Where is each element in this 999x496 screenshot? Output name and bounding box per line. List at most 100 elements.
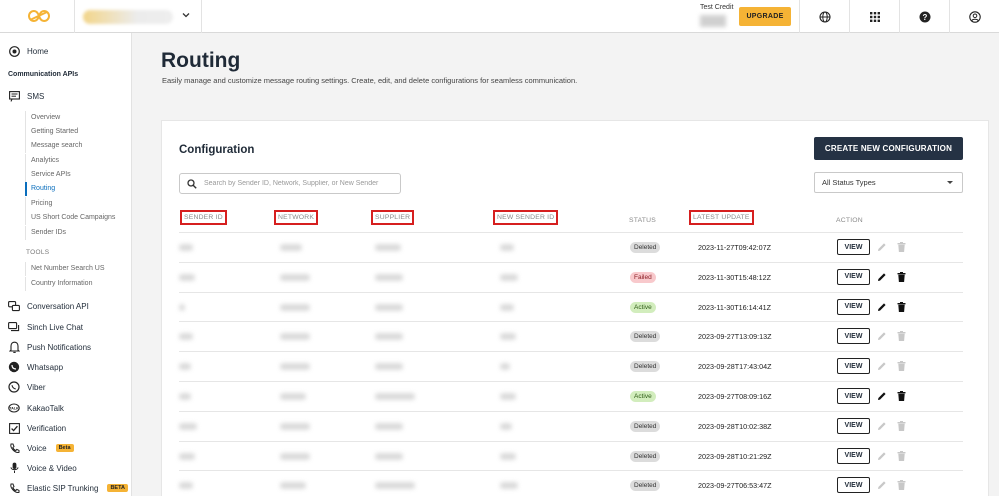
sidebar-item-viber[interactable]: Viber [8,381,46,393]
help-button[interactable]: ? [899,0,949,33]
edit-icon [876,330,887,342]
apps-button[interactable] [849,0,899,33]
sms-subitem-service-apis[interactable]: Service APIs [25,168,71,182]
sidebar-item-verification[interactable]: Verification [8,422,66,434]
network-redacted [280,244,302,251]
phone-icon [8,482,20,494]
column-header-new-sender-id[interactable]: NEW SENDER ID [493,210,559,225]
table-row: Active 2023-11-30T16:14:41Z VIEW [179,291,963,322]
table-row: Active 2023-09-27T08:09:16Z VIEW [179,381,963,411]
sidebar-item-voice-video[interactable]: Voice & Video [8,462,77,474]
column-header-sender-id[interactable]: SENDER ID [180,210,227,225]
sms-subitem-message-search[interactable]: Message search [25,139,82,153]
column-header-status[interactable]: STATUS [629,217,656,224]
delete-icon[interactable] [896,271,907,283]
supplier-redacted [375,303,403,311]
sms-subitem-analytics[interactable]: Analytics [25,154,59,168]
sidebar-item-home[interactable]: Home [8,45,48,57]
home-icon [8,45,20,57]
sms-icon [8,90,20,102]
supplier-redacted [375,333,403,341]
sms-subitem-overview[interactable]: Overview [25,111,60,125]
column-header-network[interactable]: NETWORK [274,210,319,225]
communication-apis-heading: Communication APIs [8,71,79,78]
search-input[interactable] [204,180,394,187]
delete-icon[interactable] [896,301,907,313]
account-selector[interactable] [74,0,202,33]
sidebar-item-elastic-sip-trunking[interactable]: Elastic SIP Trunking BETA [8,482,129,494]
status-filter-select[interactable]: All Status Types [814,172,963,193]
create-new-configuration-button[interactable]: CREATE NEW CONFIGURATION [814,137,963,160]
edit-icon [876,360,887,372]
table-row: Deleted 2023-09-27T06:53:47Z VIEW [179,470,963,496]
view-button[interactable]: VIEW [837,388,870,404]
sinch-logo-icon[interactable] [19,0,59,33]
edit-icon[interactable] [876,390,887,402]
delete-icon [896,450,907,462]
page-title: Routing [161,49,241,72]
test-credit-amount-redacted [700,15,726,27]
sidebar-item-voice[interactable]: Voice Beta [8,442,74,454]
sidebar-item-push-notifications[interactable]: Push Notifications [8,341,91,353]
status-badge: Deleted [630,420,661,432]
view-button[interactable]: VIEW [837,328,870,345]
sidebar-item-label: SMS [27,91,45,101]
column-header-supplier[interactable]: SUPPLIER [371,210,415,225]
sidebar-item-label: Home [27,46,49,56]
sidebar-item-kakaotalk[interactable]: TALK KakaoTalk [8,402,64,414]
user-avatar-icon [968,10,981,23]
sms-subitem-getting-started[interactable]: Getting Started [25,125,78,139]
view-button[interactable]: VIEW [837,239,870,255]
sms-subitem-us-short-code-campaigns[interactable]: US Short Code Campaigns [25,211,115,225]
view-button[interactable]: VIEW [837,268,870,285]
status-badge: Active [630,301,656,313]
microphone-icon [8,462,20,474]
language-button[interactable] [799,0,849,33]
view-button[interactable]: VIEW [837,417,870,434]
column-header-latest-update[interactable]: LATEST UPDATE [689,210,754,225]
tools-subitem-country-information[interactable]: Country Information [25,277,92,291]
sidebar-item-sinch-live-chat[interactable]: Sinch Live Chat [8,321,83,333]
globe-icon [818,10,831,23]
sender-id-redacted [179,333,193,341]
edit-icon[interactable] [876,301,887,313]
view-button[interactable]: VIEW [837,358,870,375]
edit-icon[interactable] [876,271,887,283]
upgrade-button[interactable]: UPGRADE [739,7,791,26]
new-sender-id-redacted [500,422,512,430]
search-box[interactable] [179,173,401,194]
sidebar-item-whatsapp[interactable]: Whatsapp [8,361,63,373]
sidebar-item-label: Push Notifications [27,342,92,352]
view-button[interactable]: VIEW [837,298,870,315]
sender-id-redacted [179,422,197,430]
sms-subitem-routing[interactable]: Routing [25,182,55,196]
view-button[interactable]: VIEW [837,477,870,494]
test-credit-label: Test Credit [700,4,734,11]
edit-icon [876,479,887,491]
sidebar-item-sms[interactable]: SMS [8,90,44,102]
status-badge: Failed [630,271,656,283]
sidebar-item-conversation-api[interactable]: Conversation API [8,300,89,312]
sidebar-item-label: Voice & Video [27,463,77,473]
viber-icon [8,381,20,393]
status-filter-value: All Status Types [822,178,876,187]
grid-icon [869,11,880,22]
live-chat-icon [8,321,20,333]
user-menu-button[interactable] [949,0,999,33]
view-button[interactable]: VIEW [837,447,870,464]
latest-update-value: 2023-11-30T15:48:12Z [698,272,771,282]
status-badge: Deleted [630,450,661,462]
configuration-title: Configuration [179,144,255,156]
bell-icon [8,341,20,353]
test-credit: Test Credit [700,4,734,27]
sidebar-item-label: Conversation API [27,301,89,311]
whatsapp-icon [8,361,20,373]
sender-id-redacted [179,273,195,281]
sidebar-item-label: Verification [27,423,67,433]
edit-icon [876,241,887,253]
sms-subitem-sender-ids[interactable]: Sender IDs [25,226,66,240]
delete-icon[interactable] [896,390,907,402]
sms-subitem-pricing[interactable]: Pricing [25,197,52,211]
network-redacted [280,273,310,281]
tools-subitem-net-number-search[interactable]: Net Number Search US [25,262,105,276]
